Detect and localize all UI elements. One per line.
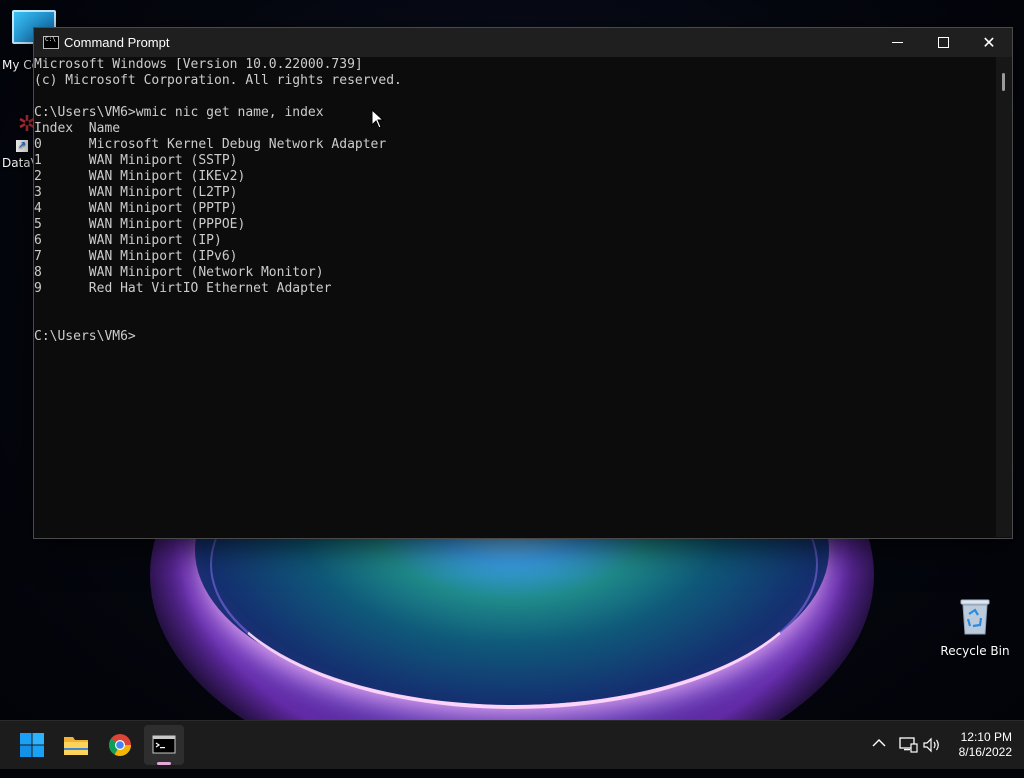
command-prompt-window[interactable]: Command Prompt ✕ Microsoft Windows [Vers…	[33, 27, 1013, 539]
scrollbar-thumb[interactable]	[1002, 73, 1005, 91]
maximize-icon	[938, 37, 949, 48]
taskbar: 12:10 PM 8/16/2022	[0, 720, 1024, 769]
start-button[interactable]	[12, 725, 52, 765]
console-output[interactable]: Microsoft Windows [Version 10.0.22000.73…	[34, 57, 996, 537]
console-line: 2 WAN Miniport (IKEv2)	[34, 169, 246, 184]
windows-logo-icon	[20, 733, 44, 757]
file-explorer-button[interactable]	[56, 725, 96, 765]
network-button[interactable]	[898, 735, 918, 755]
console-line: Microsoft Windows [Version 10.0.22000.73…	[34, 57, 363, 72]
volume-button[interactable]	[922, 735, 942, 755]
desktop-icon-recycle-bin[interactable]: Recycle Bin	[940, 596, 1010, 658]
window-title: Command Prompt	[64, 35, 170, 50]
vertical-scrollbar[interactable]	[996, 57, 1012, 537]
active-app-indicator	[157, 762, 171, 765]
console-line: 1 WAN Miniport (SSTP)	[34, 153, 238, 168]
chrome-icon	[109, 734, 131, 756]
minimize-button[interactable]	[874, 28, 920, 57]
recycle-bin-icon	[958, 596, 992, 636]
console-line: 4 WAN Miniport (PPTP)	[34, 201, 238, 216]
console-line: 0 Microsoft Kernel Debug Network Adapter	[34, 137, 387, 152]
command-prompt-taskbar-button[interactable]	[144, 725, 184, 765]
console-line: 6 WAN Miniport (IP)	[34, 233, 222, 248]
clock-date: 8/16/2022	[958, 745, 1012, 759]
maximize-button[interactable]	[920, 28, 966, 57]
console-line: 5 WAN Miniport (PPPOE)	[34, 217, 246, 232]
chrome-button[interactable]	[100, 725, 140, 765]
speaker-icon	[923, 737, 939, 753]
close-button[interactable]: ✕	[966, 28, 1012, 57]
console-line: 7 WAN Miniport (IPv6)	[34, 249, 238, 264]
console-line: 8 WAN Miniport (Network Monitor)	[34, 265, 324, 280]
clock-time: 12:10 PM	[960, 730, 1012, 744]
console-line: C:\Users\VM6>	[34, 329, 136, 344]
console-line: (c) Microsoft Corporation. All rights re…	[34, 73, 402, 88]
console-line: Index Name	[34, 121, 121, 136]
terminal-icon	[152, 735, 176, 754]
network-icon	[899, 737, 918, 753]
folder-icon	[64, 737, 88, 755]
shortcut-arrow-icon: ↗	[16, 140, 28, 152]
chevron-up-icon	[872, 739, 886, 747]
window-titlebar[interactable]: Command Prompt ✕	[34, 28, 1012, 57]
console-line: 9 Red Hat VirtIO Ethernet Adapter	[34, 281, 332, 296]
taskbar-clock[interactable]: 12:10 PM 8/16/2022	[950, 730, 1012, 778]
close-icon: ✕	[982, 33, 996, 52]
command-prompt-icon	[43, 36, 59, 49]
show-hidden-icons-button[interactable]	[870, 735, 888, 753]
minimize-icon	[892, 42, 903, 43]
console-line: C:\Users\VM6>wmic nic get name, index	[34, 105, 324, 120]
desktop-icon-label: Recycle Bin	[940, 644, 1010, 658]
console-line: 3 WAN Miniport (L2TP)	[34, 185, 238, 200]
